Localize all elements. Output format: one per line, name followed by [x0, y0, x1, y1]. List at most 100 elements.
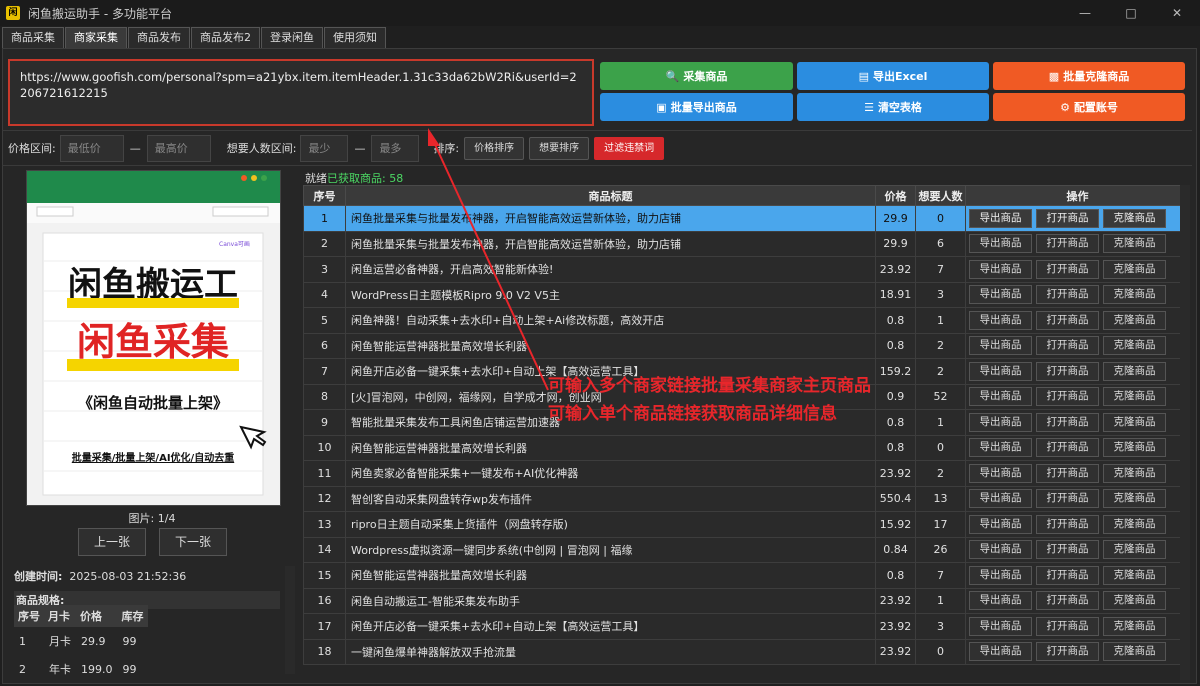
- export-product-button[interactable]: 导出商品: [969, 540, 1032, 560]
- url-input[interactable]: https://www.goofish.com/personal?spm=a21…: [8, 59, 594, 126]
- clone-product-button[interactable]: 克隆商品: [1103, 234, 1166, 254]
- open-product-button[interactable]: 打开商品: [1036, 642, 1099, 662]
- export-product-button[interactable]: 导出商品: [969, 616, 1032, 636]
- table-scrollbar[interactable]: [1180, 185, 1190, 680]
- clone-product-button[interactable]: 克隆商品: [1103, 336, 1166, 356]
- export-product-button[interactable]: 导出商品: [969, 463, 1032, 483]
- open-product-button[interactable]: 打开商品: [1036, 616, 1099, 636]
- export-product-button[interactable]: 导出商品: [969, 259, 1032, 279]
- col-header-want[interactable]: 想要人数: [915, 185, 966, 206]
- export-product-button[interactable]: 导出商品: [969, 565, 1032, 585]
- minimize-icon[interactable]: —: [1062, 0, 1108, 26]
- clear-table-button[interactable]: ☰ 清空表格: [797, 93, 989, 121]
- export-product-button[interactable]: 导出商品: [969, 438, 1032, 458]
- clone-product-button[interactable]: 克隆商品: [1103, 514, 1166, 534]
- export-excel-button[interactable]: ▤ 导出Excel: [797, 62, 989, 90]
- product-image[interactable]: Canva可画 闲鱼搬运工 闲鱼采集 《闲鱼自动批量上架》 批量采集/批量上架/…: [26, 170, 281, 506]
- table-row[interactable]: 17 闲鱼开店必备一键采集+去水印+自动上架【高效运营工具】 23.92 3 导出商品打…: [303, 613, 1190, 640]
- tab-instructions[interactable]: 使用须知: [324, 27, 386, 48]
- clone-product-button[interactable]: 克隆商品: [1103, 642, 1166, 662]
- config-account-button[interactable]: ⚙ 配置账号: [993, 93, 1185, 121]
- table-row[interactable]: 10 闲鱼智能运营神器批量高效增长利器 0.8 0 导出商品 打开商品 克隆商品: [303, 434, 1190, 461]
- table-row[interactable]: 13 ripro日主题自动采集上货插件（网盘转存版) 15.92 17 导出商品 打开商品…: [303, 511, 1190, 538]
- price-min-input[interactable]: 最低价: [59, 134, 124, 162]
- clone-product-button[interactable]: 克隆商品: [1103, 208, 1166, 228]
- table-row[interactable]: 15 闲鱼智能运营神器批量高效增长利器 0.8 7 导出商品 打开商品 克隆商品: [303, 562, 1190, 589]
- open-product-button[interactable]: 打开商品: [1036, 591, 1099, 611]
- next-image-button[interactable]: 下一张: [159, 528, 227, 556]
- export-product-button[interactable]: 导出商品: [969, 336, 1032, 356]
- col-header-price[interactable]: 价格: [875, 185, 916, 206]
- export-product-button[interactable]: 导出商品: [969, 514, 1032, 534]
- price-max-input[interactable]: 最高价: [146, 134, 211, 162]
- open-product-button[interactable]: 打开商品: [1036, 387, 1099, 407]
- table-row[interactable]: 14 Wordpress虚拟资源一键同步系统(中创网 | 冒泡网 | 福缘 0.84…: [303, 536, 1190, 563]
- export-product-button[interactable]: 导出商品: [969, 310, 1032, 330]
- clone-product-button[interactable]: 克隆商品: [1103, 565, 1166, 585]
- want-min-input[interactable]: 最少: [300, 134, 349, 162]
- export-product-button[interactable]: 导出商品: [969, 642, 1032, 662]
- clone-product-button[interactable]: 克隆商品: [1103, 540, 1166, 560]
- clone-product-button[interactable]: 克隆商品: [1103, 361, 1166, 381]
- clone-product-button[interactable]: 克隆商品: [1103, 412, 1166, 432]
- collect-button[interactable]: 🔍 采集商品: [600, 62, 793, 90]
- clone-product-button[interactable]: 克隆商品: [1103, 387, 1166, 407]
- batch-export-button[interactable]: ▣ 批量导出商品: [600, 93, 793, 121]
- export-product-button[interactable]: 导出商品: [969, 285, 1032, 305]
- tab-product-publish-2[interactable]: 商品发布2: [191, 27, 260, 48]
- open-product-button[interactable]: 打开商品: [1036, 438, 1099, 458]
- table-row[interactable]: 5 闲鱼神器！自动采集+去水印+自动上架+Ai修改标题，高效开店 0.8 1 导出商品打…: [303, 307, 1190, 334]
- open-product-button[interactable]: 打开商品: [1036, 514, 1099, 534]
- open-product-button[interactable]: 打开商品: [1036, 463, 1099, 483]
- open-product-button[interactable]: 打开商品: [1036, 208, 1099, 228]
- sort-want-button[interactable]: 想要排序: [529, 136, 590, 160]
- table-row[interactable]: 12 智创客自动采集网盘转存wp发布插件 550.4 13 导出商品 打开商品 克隆商品: [303, 485, 1190, 512]
- clone-product-button[interactable]: 克隆商品: [1103, 591, 1166, 611]
- filter-banned-button[interactable]: 过滤违禁词: [594, 136, 665, 160]
- maximize-icon[interactable]: □: [1108, 0, 1154, 26]
- tab-merchant-collect[interactable]: 商家采集: [65, 27, 127, 48]
- table-row[interactable]: 3 闲鱼运营必备神器，开启高效智能新体验! 23.92 7 导出商品 打开商品 克隆商品: [303, 256, 1190, 283]
- export-product-button[interactable]: 导出商品: [969, 234, 1032, 254]
- batch-clone-button[interactable]: ▩ 批量克隆商品: [993, 62, 1185, 90]
- clone-product-button[interactable]: 克隆商品: [1103, 285, 1166, 305]
- tab-product-publish[interactable]: 商品发布: [128, 27, 190, 48]
- export-product-button[interactable]: 导出商品: [969, 412, 1032, 432]
- prev-image-button[interactable]: 上一张: [78, 528, 146, 556]
- table-row[interactable]: 18 一键闲鱼爆单神器解放双手抢流量 23.92 0 导出商品 打开商品 克隆商品: [303, 638, 1190, 665]
- tab-login[interactable]: 登录闲鱼: [261, 27, 323, 48]
- table-row[interactable]: 1 闲鱼批量采集与批量发布神器，开启智能高效运营新体验，助力店铺 29.9 0 导出商品…: [303, 205, 1190, 232]
- export-product-button[interactable]: 导出商品: [969, 489, 1032, 509]
- open-product-button[interactable]: 打开商品: [1036, 336, 1099, 356]
- clone-product-button[interactable]: 克隆商品: [1103, 616, 1166, 636]
- clone-product-button[interactable]: 克隆商品: [1103, 438, 1166, 458]
- sort-price-button[interactable]: 价格排序: [464, 136, 525, 160]
- open-product-button[interactable]: 打开商品: [1036, 412, 1099, 432]
- open-product-button[interactable]: 打开商品: [1036, 259, 1099, 279]
- clone-product-button[interactable]: 克隆商品: [1103, 463, 1166, 483]
- open-product-button[interactable]: 打开商品: [1036, 285, 1099, 305]
- clone-product-button[interactable]: 克隆商品: [1103, 489, 1166, 509]
- export-product-button[interactable]: 导出商品: [969, 208, 1032, 228]
- export-product-button[interactable]: 导出商品: [969, 361, 1032, 381]
- open-product-button[interactable]: 打开商品: [1036, 361, 1099, 381]
- table-row[interactable]: 4 WordPress日主题模板Ripro 9.0 V2 V5主 18.91 3 导出商…: [303, 281, 1190, 308]
- clone-product-button[interactable]: 克隆商品: [1103, 310, 1166, 330]
- detail-scrollbar[interactable]: [285, 566, 295, 674]
- col-header-index[interactable]: 序号: [303, 185, 346, 206]
- table-row[interactable]: 11 闲鱼卖家必备智能采集+一键发布+AI优化神器 23.92 2 导出商品 打开商品 克隆…: [303, 460, 1190, 487]
- close-icon[interactable]: ✕: [1154, 0, 1200, 26]
- open-product-button[interactable]: 打开商品: [1036, 489, 1099, 509]
- export-product-button[interactable]: 导出商品: [969, 387, 1032, 407]
- open-product-button[interactable]: 打开商品: [1036, 310, 1099, 330]
- open-product-button[interactable]: 打开商品: [1036, 234, 1099, 254]
- open-product-button[interactable]: 打开商品: [1036, 540, 1099, 560]
- tab-product-collect[interactable]: 商品采集: [2, 27, 64, 48]
- table-row[interactable]: 2 闲鱼批量采集与批量发布神器，开启智能高效运营新体验，助力店铺 29.9 6 导出商品…: [303, 230, 1190, 257]
- col-header-title[interactable]: 商品标题: [345, 185, 876, 206]
- table-row[interactable]: 16 闲鱼自动搬运工-智能采集发布助手 23.92 1 导出商品 打开商品 克隆商品: [303, 587, 1190, 614]
- table-row[interactable]: 6 闲鱼智能运营神器批量高效增长利器 0.8 2 导出商品 打开商品 克隆商品: [303, 332, 1190, 359]
- clone-product-button[interactable]: 克隆商品: [1103, 259, 1166, 279]
- export-product-button[interactable]: 导出商品: [969, 591, 1032, 611]
- want-max-input[interactable]: 最多: [371, 134, 420, 162]
